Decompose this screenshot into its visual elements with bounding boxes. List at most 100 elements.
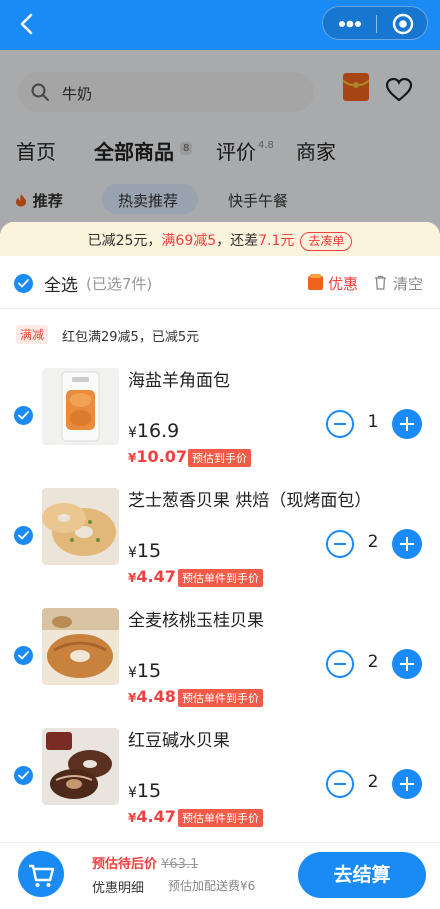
increase-quantity-button[interactable] <box>392 529 422 559</box>
estimated-price: ¥4.48 <box>128 687 176 706</box>
coupon-icon <box>308 274 323 290</box>
chevron-left-icon <box>20 13 33 35</box>
cart-item: 芝士葱香贝果 烘焙（现烤面包） ¥15 ¥4.47 预估单件到手价 2 <box>0 482 440 600</box>
estimated-price-value: 10.07 <box>136 447 187 466</box>
product-price-value: 15 <box>136 660 162 682</box>
estimated-price: ¥10.07 <box>128 447 187 466</box>
checkmark-icon <box>18 411 29 420</box>
red-packet-icon[interactable] <box>342 72 370 102</box>
promo-text-2: 满69减5 <box>161 233 217 249</box>
product-image-walnut-bagel[interactable] <box>42 608 119 685</box>
quantity-value: 2 <box>367 652 379 672</box>
estimated-price-tag: 预估单件到手价 <box>178 689 263 707</box>
product-image-cheese-bagel[interactable] <box>42 488 119 565</box>
item-checkbox[interactable] <box>14 406 33 425</box>
estimated-price: ¥4.47 <box>128 567 176 586</box>
discount-rule-tag: 满减 <box>16 325 49 344</box>
estimated-price-value: 4.47 <box>136 567 176 586</box>
checkmark-icon <box>18 279 29 288</box>
mini-program-capsule <box>322 6 428 40</box>
checkmark-icon <box>18 531 29 540</box>
cart-item: 红豆碱水贝果 ¥15 ¥4.47 预估单件到手价 2 <box>0 722 440 840</box>
category-recommend[interactable]: 推荐 <box>14 190 63 211</box>
favorite-heart-icon[interactable] <box>385 77 413 102</box>
more-button[interactable] <box>335 15 365 33</box>
price-preview-label: 预估待后价 <box>92 857 158 872</box>
estimated-price-value: 4.47 <box>136 807 176 826</box>
estimated-price: ¥4.47 <box>128 807 176 826</box>
promo-text-4: 7.1元 <box>258 233 295 249</box>
promo-text-3: ，还差 <box>216 233 259 249</box>
checkmark-icon <box>18 771 29 780</box>
top-app-bar <box>0 0 440 50</box>
trash-icon <box>375 275 386 290</box>
product-name: 芝士葱香贝果 烘焙（现烤面包） <box>128 491 372 511</box>
back-button[interactable] <box>14 10 42 38</box>
tab-all-products-badge: 8 <box>180 142 193 155</box>
close-mini-program-button[interactable] <box>391 12 415 36</box>
price-preview-value: ¥63.1 <box>161 857 199 872</box>
decrease-quantity-button[interactable] <box>326 770 354 798</box>
cart-item: 全麦核桃玉桂贝果 ¥15 ¥4.48 预估单件到手价 2 <box>0 602 440 720</box>
category-hot[interactable]: 热卖推荐 <box>118 190 178 211</box>
increase-quantity-button[interactable] <box>392 409 422 439</box>
search-placeholder: 牛奶 <box>62 85 93 103</box>
increase-quantity-button[interactable] <box>392 649 422 679</box>
increase-quantity-button[interactable] <box>392 769 422 799</box>
item-checkbox[interactable] <box>14 646 33 665</box>
target-icon <box>392 13 414 35</box>
category-lunch[interactable]: 快手午餐 <box>228 190 288 211</box>
tab-home[interactable]: 首页 <box>16 136 56 165</box>
search-icon <box>31 83 49 101</box>
discount-rule-text: 红包满29减5，已减5元 <box>62 330 200 345</box>
decrease-quantity-button[interactable] <box>326 530 354 558</box>
product-name: 红豆碱水贝果 <box>128 731 230 751</box>
quantity-value: 2 <box>367 532 379 552</box>
decrease-quantity-button[interactable] <box>326 410 354 438</box>
product-price: ¥15 <box>128 780 162 802</box>
search-input[interactable]: 牛奶 <box>18 72 314 112</box>
price-preview: 预估待后价 ¥63.1 <box>92 853 198 872</box>
tab-reviews[interactable]: 评价 <box>216 136 256 165</box>
quantity-value: 2 <box>367 772 379 792</box>
capsule-divider <box>376 15 377 33</box>
product-price: ¥15 <box>128 660 162 682</box>
clear-label: 清空 <box>393 275 424 293</box>
product-price: ¥15 <box>128 540 162 562</box>
item-checkbox[interactable] <box>14 766 33 785</box>
product-name: 海盐羊角面包 <box>128 371 230 391</box>
cart-item: 海盐羊角面包 ¥16.9 ¥10.07 预估到手价 1 <box>0 362 440 480</box>
select-all-label[interactable]: 全选 <box>44 271 78 296</box>
product-image-redbean-bagel[interactable] <box>42 728 119 805</box>
cart-icon[interactable] <box>16 849 66 899</box>
tab-all-products[interactable]: 全部商品 <box>94 136 174 165</box>
estimated-price-tag: 预估单件到手价 <box>178 569 263 587</box>
delivery-fee-text: 预估加配送费¥6 <box>168 879 256 893</box>
checkmark-icon <box>18 651 29 660</box>
item-checkbox[interactable] <box>14 526 33 545</box>
discount-details-link[interactable]: 优惠明细 <box>92 877 144 896</box>
decrease-quantity-button[interactable] <box>326 650 354 678</box>
estimated-price-value: 4.48 <box>136 687 176 706</box>
tab-reviews-rating: 4.8 <box>258 140 274 151</box>
product-image-croissant[interactable] <box>42 368 119 445</box>
fire-icon <box>16 194 26 207</box>
estimated-price-tag: 预估单件到手价 <box>178 809 263 827</box>
checkout-bar: 预估待后价 ¥63.1 优惠明细 预估加配送费¥6 去结算 <box>0 842 440 909</box>
checkout-button[interactable]: 去结算 <box>298 852 426 898</box>
tab-merchant[interactable]: 商家 <box>296 136 336 165</box>
product-price-value: 15 <box>136 540 162 562</box>
category-recommend-label: 推荐 <box>32 192 63 210</box>
estimated-price-tag: 预估到手价 <box>188 449 251 467</box>
promo-banner: 已减25元，满69减5，还差7.1元 去凑单 <box>0 222 440 256</box>
add-more-link[interactable]: 去凑单 <box>300 232 353 251</box>
divider <box>0 308 440 309</box>
selected-count: (已选7件) <box>86 275 153 293</box>
more-dots-icon <box>339 20 361 28</box>
promo-text-1: 已减25元， <box>87 233 162 249</box>
select-all-checkbox[interactable] <box>14 274 33 293</box>
store-page: 牛奶 首页 全部商品 8 评价 4.8 商家 推荐 热卖推荐 快手午餐 <box>0 50 440 240</box>
product-price: ¥16.9 <box>128 420 180 442</box>
product-price-value: 16.9 <box>136 420 180 442</box>
product-price-value: 15 <box>136 780 162 802</box>
